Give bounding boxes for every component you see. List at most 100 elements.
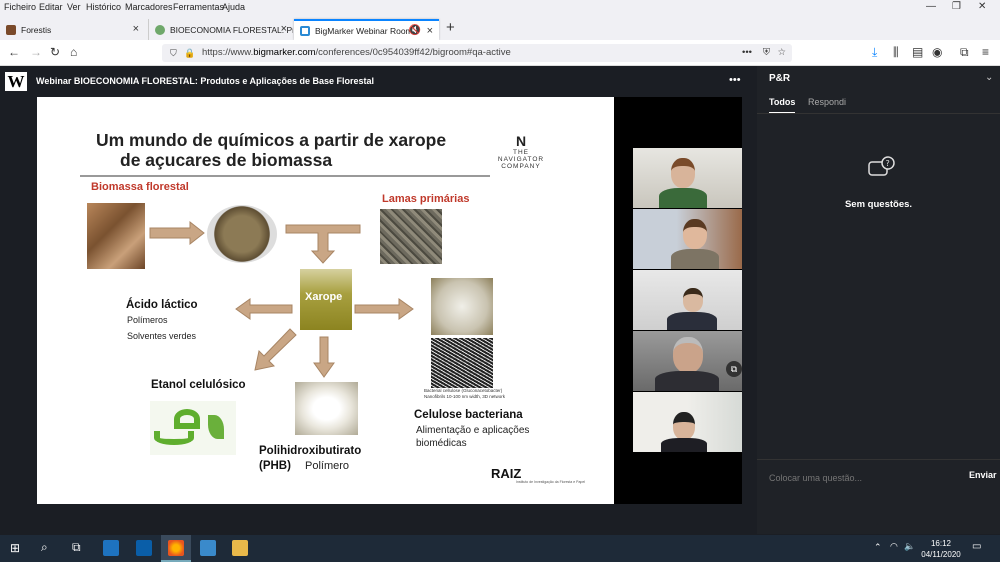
- video-tile-1[interactable]: [633, 148, 742, 208]
- celulose-sub-line2: biomédicas: [416, 438, 467, 449]
- video-tile-4[interactable]: ⧉: [633, 331, 742, 391]
- webinar-header: W Webinar BIOECONOMIA FLORESTAL: Produto…: [0, 66, 757, 96]
- pocket-icon[interactable]: ⛨: [763, 44, 770, 62]
- forestis-favicon-icon: [6, 24, 16, 35]
- etanol-label: Etanol celulósico: [151, 379, 246, 391]
- url-prefix: https://www.: [202, 47, 254, 58]
- screen-share-icon[interactable]: ⧉: [726, 361, 742, 377]
- mute-tab-icon[interactable]: 🔇: [409, 25, 421, 36]
- empty-state-text: Sem questões.: [844, 199, 913, 210]
- tab-respondidas[interactable]: Respondi: [808, 97, 846, 107]
- url-domain: bigmarker.com: [253, 47, 316, 58]
- navigation-bar: ← → ↻ ⌂ ⛉ 🔒 https://www.bigmarker.com/co…: [0, 40, 1000, 66]
- sidebar-icon[interactable]: ▤: [912, 45, 923, 59]
- raiz-logo: RAIZ: [491, 466, 522, 481]
- new-tab-button[interactable]: +: [446, 19, 455, 36]
- wifi-icon[interactable]: ◠: [890, 541, 898, 552]
- solventes-label: Solventes verdes: [127, 331, 197, 341]
- qa-title: P&R: [769, 73, 791, 84]
- calculator-icon[interactable]: [103, 540, 119, 556]
- bigmarker-logo: W: [5, 72, 27, 91]
- close-tab-icon[interactable]: ×: [427, 25, 433, 37]
- video-tile-5[interactable]: [633, 392, 742, 452]
- qa-panel: P&R ⌄ Todos Respondi ? Sem questões. Env…: [757, 66, 1000, 534]
- home-icon[interactable]: ⌂: [70, 45, 77, 59]
- menu-marcadores[interactable]: Marcadores: [125, 2, 173, 12]
- windows-start-icon[interactable]: ⊞: [10, 541, 20, 555]
- more-options-button[interactable]: •••: [729, 74, 741, 86]
- maximize-button[interactable]: ❐: [952, 1, 961, 12]
- close-tab-icon[interactable]: ×: [281, 23, 287, 35]
- extensions-icon[interactable]: ⧉: [960, 45, 969, 60]
- celulose-sub-line1: Alimentação e aplicações: [416, 425, 530, 436]
- shield-icon[interactable]: ⛉: [170, 44, 177, 62]
- forward-icon[interactable]: →: [30, 45, 42, 59]
- clock-time: 16:12: [930, 539, 952, 548]
- menu-ajuda[interactable]: Ajuda: [222, 2, 245, 12]
- minimize-button[interactable]: —: [926, 1, 936, 12]
- volume-icon[interactable]: 🔈: [904, 541, 915, 552]
- collapse-chevron-icon[interactable]: ⌄: [985, 72, 993, 83]
- url-path: /conferences/0c954039ff42/bigroom#qa-act…: [315, 47, 511, 58]
- arrow-to-celulose: [354, 298, 414, 320]
- clock-date: 04/11/2020: [921, 550, 961, 559]
- arrow-to-phb: [313, 336, 335, 378]
- questions-bubble-icon: ?: [868, 156, 895, 176]
- tab-label: BigMarker Webinar Room: [315, 25, 413, 36]
- lock-icon[interactable]: 🔒: [184, 44, 195, 62]
- polimeros-label: Polímeros: [127, 315, 168, 325]
- tab-bioeconomia[interactable]: BIOECONOMIA FLORESTAL: Pro ×: [148, 19, 293, 40]
- close-window-button[interactable]: ✕: [978, 1, 986, 12]
- tab-bar: Forestis × BIOECONOMIA FLORESTAL: Pro × …: [0, 14, 1000, 40]
- download-icon[interactable]: ⤓: [872, 45, 877, 60]
- arrow-biomass-to-sawdust: [149, 220, 205, 246]
- raiz-subtitle: Instituto de Investigação da Floresta e …: [516, 480, 586, 484]
- video-tile-2[interactable]: [633, 209, 742, 269]
- search-icon[interactable]: ⌕: [41, 540, 48, 555]
- menu-ferramentas[interactable]: Ferramentas: [173, 2, 224, 12]
- send-button[interactable]: Enviar: [969, 470, 997, 480]
- video-tile-3[interactable]: [633, 270, 742, 330]
- file-explorer-icon[interactable]: [232, 540, 248, 556]
- tab-label: Forestis: [21, 24, 52, 35]
- clock[interactable]: 16:12 04/11/2020: [918, 538, 964, 560]
- flow-arrows: [149, 220, 414, 378]
- phb-label-line1: Polihidroxibutirato: [259, 445, 362, 457]
- arrow-to-xarope: [285, 224, 361, 264]
- celulose-label: Celulose bacteriana: [414, 409, 523, 421]
- menu-ver[interactable]: Ver: [67, 2, 81, 12]
- windows-taskbar: ⊞ ⌕ ⧉ ⌃ ◠ 🔈 16:12 04/11/2020 ▭: [0, 535, 1000, 562]
- leaf-favicon-icon: [155, 24, 165, 35]
- phb-label-line2: (PHB): [259, 460, 291, 472]
- tab-forestis[interactable]: Forestis ×: [0, 19, 145, 40]
- menu-historico[interactable]: Histórico: [86, 2, 121, 12]
- menu-editar[interactable]: Editar: [39, 2, 63, 12]
- app-icon[interactable]: [200, 540, 216, 556]
- question-input[interactable]: [769, 469, 949, 487]
- task-view-icon[interactable]: ⧉: [72, 540, 81, 555]
- notifications-icon[interactable]: ▭: [972, 541, 981, 552]
- tab-todos[interactable]: Todos: [769, 97, 796, 114]
- close-tab-icon[interactable]: ×: [133, 23, 139, 35]
- arrow-to-etanol: [254, 328, 297, 371]
- menu-bar: Ficheiro Editar Ver Histórico Marcadores…: [0, 0, 1000, 14]
- bigmarker-favicon-icon: [300, 25, 310, 36]
- tray-chevron-icon[interactable]: ⌃: [874, 542, 882, 553]
- url-bar[interactable]: ⛉ 🔒 https://www.bigmarker.com/conference…: [162, 44, 792, 62]
- tab-bigmarker[interactable]: BigMarker Webinar Room 🔇 ×: [294, 19, 439, 40]
- reload-icon[interactable]: ↻: [50, 45, 60, 59]
- page-actions-icon[interactable]: •••: [742, 44, 752, 62]
- firefox-icon[interactable]: [168, 540, 184, 556]
- back-icon[interactable]: ←: [8, 45, 20, 59]
- library-icon[interactable]: ⫼: [893, 45, 899, 60]
- outlook-icon[interactable]: [136, 540, 152, 556]
- bookmark-star-icon[interactable]: ☆: [777, 44, 786, 62]
- svg-text:?: ?: [886, 159, 890, 168]
- account-icon[interactable]: ◉: [932, 45, 942, 59]
- arrow-to-acido: [235, 298, 293, 320]
- tab-label: BIOECONOMIA FLORESTAL: Pro: [170, 24, 293, 35]
- acido-label: Ácido láctico: [126, 299, 198, 311]
- hamburger-menu-icon[interactable]: ≡: [982, 45, 989, 59]
- webinar-title: Webinar BIOECONOMIA FLORESTAL: Produtos …: [36, 76, 375, 86]
- menu-ficheiro[interactable]: Ficheiro: [4, 2, 36, 12]
